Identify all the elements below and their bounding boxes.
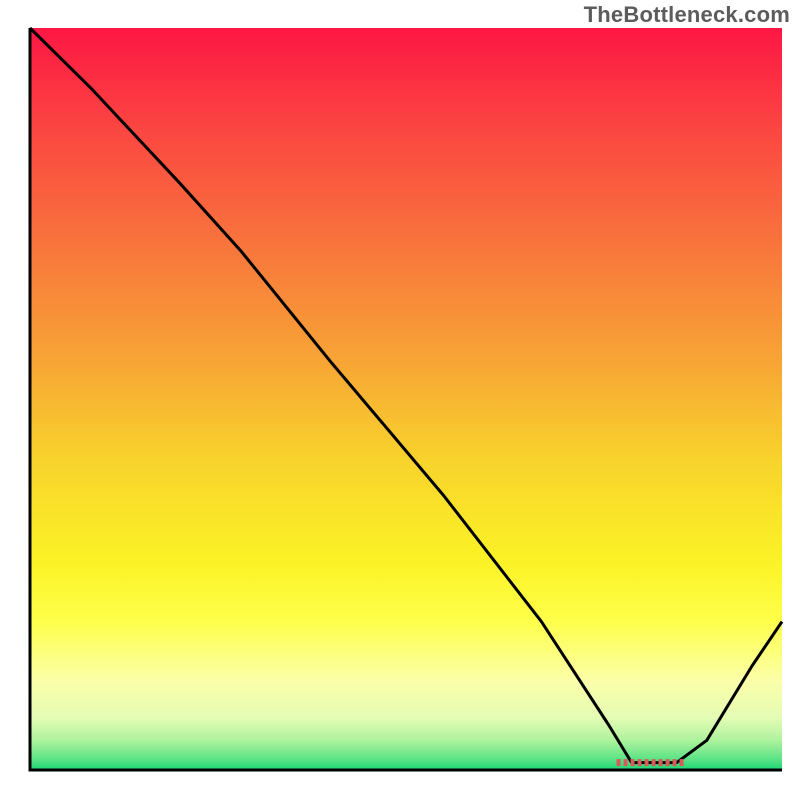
chart-container: TheBottleneck.com [0,0,800,800]
chart-background [30,28,782,770]
watermark-text: TheBottleneck.com [584,2,790,28]
bottleneck-chart [0,0,800,800]
